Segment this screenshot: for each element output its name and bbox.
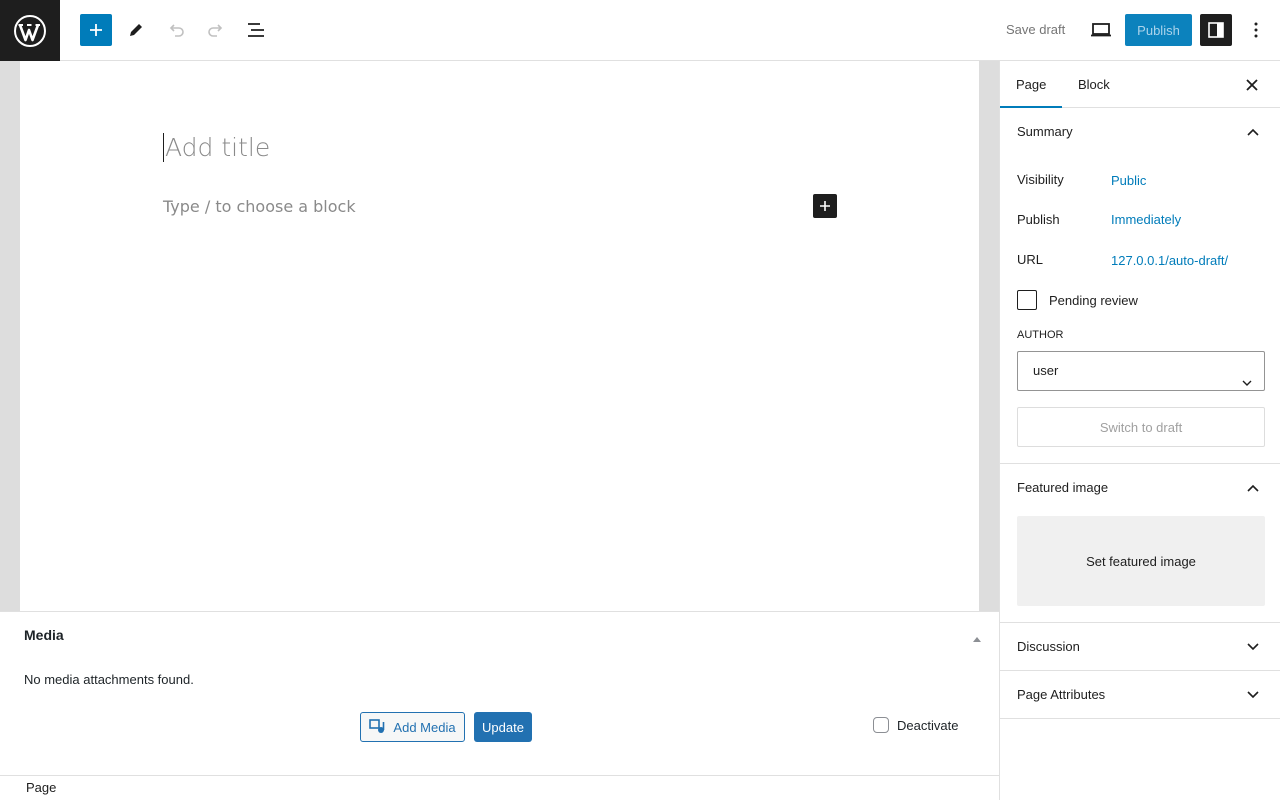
chevron-down-icon	[1241, 635, 1265, 659]
tab-block[interactable]: Block	[1062, 61, 1126, 108]
deactivate-checkbox[interactable]	[873, 717, 889, 733]
discussion-panel-header[interactable]: Discussion	[1000, 623, 1280, 671]
save-draft-button[interactable]: Save draft	[996, 14, 1075, 46]
redo-icon	[208, 24, 223, 37]
editor-header: Save draft Publish	[0, 0, 1280, 61]
editor-canvas-area: Add title Type / to choose a block	[0, 61, 1000, 612]
list-view-icon	[248, 23, 264, 37]
deactivate-label: Deactivate	[897, 717, 959, 733]
sidebar-icon	[1208, 22, 1224, 38]
close-settings-button[interactable]	[1240, 73, 1264, 97]
divider	[1000, 718, 1280, 719]
publish-label: Publish	[1017, 212, 1060, 227]
deactivate-option[interactable]: Deactivate	[873, 717, 958, 733]
pencil-icon	[130, 24, 142, 36]
title-input[interactable]: Add title	[163, 133, 270, 162]
pending-review-checkbox[interactable]	[1017, 290, 1037, 310]
chevron-down-icon	[1242, 364, 1252, 402]
discussion-panel-title: Discussion	[1017, 639, 1080, 654]
preview-button[interactable]	[1085, 14, 1117, 46]
chevron-up-icon	[1241, 120, 1265, 144]
document-overview-button[interactable]	[240, 14, 272, 46]
more-vertical-icon	[1254, 22, 1258, 38]
close-icon	[1246, 79, 1258, 91]
metabox-title: Media	[24, 627, 64, 643]
url-label: URL	[1017, 252, 1044, 267]
options-menu-button[interactable]	[1240, 14, 1272, 46]
block-inserter-toggle[interactable]	[80, 14, 112, 46]
chevron-up-icon	[1241, 476, 1265, 500]
wordpress-icon	[14, 14, 46, 47]
publish-date-button[interactable]: Immediately	[1111, 212, 1181, 227]
block-breadcrumb[interactable]: Page	[26, 780, 56, 795]
pending-review-label: Pending review	[1049, 292, 1138, 308]
summary-panel-header[interactable]: Summary	[1000, 108, 1280, 156]
undo-icon	[169, 24, 184, 37]
undo-button[interactable]	[160, 14, 192, 46]
media-icon	[369, 719, 385, 733]
redo-button[interactable]	[200, 14, 232, 46]
add-media-button[interactable]: Add Media	[360, 712, 465, 742]
featured-image-panel-title: Featured image	[1017, 480, 1109, 495]
editor-footer: Page	[0, 775, 1000, 800]
set-featured-image-button[interactable]: Set featured image	[1017, 516, 1265, 606]
page-attributes-panel-header[interactable]: Page Attributes	[1000, 671, 1280, 719]
publish-button[interactable]: Publish	[1125, 14, 1192, 46]
inline-block-inserter[interactable]	[813, 194, 837, 218]
switch-to-draft-button[interactable]: Switch to draft	[1017, 407, 1265, 447]
plus-icon	[820, 201, 830, 211]
no-media-message: No media attachments found.	[24, 672, 194, 687]
wordpress-logo-button[interactable]	[0, 0, 60, 61]
desktop-icon	[1091, 23, 1111, 37]
plus-icon	[90, 24, 102, 36]
visibility-value-button[interactable]: Public	[1111, 173, 1146, 188]
summary-panel-title: Summary	[1017, 124, 1073, 139]
author-label: AUTHOR	[1017, 329, 1064, 341]
default-block-appender[interactable]: Type / to choose a block	[163, 197, 356, 216]
triangle-up-icon	[973, 637, 981, 642]
featured-image-panel-header[interactable]: Featured image	[1000, 464, 1280, 512]
chevron-down-icon	[1241, 683, 1265, 707]
settings-sidebar: Page Block Summary Visibility Public Pub…	[999, 61, 1280, 800]
url-button[interactable]: 127.0.0.1/auto-draft/	[1111, 253, 1228, 268]
author-selected-value: user	[1033, 363, 1059, 378]
visibility-label: Visibility	[1017, 172, 1064, 187]
update-button[interactable]: Update	[474, 712, 532, 742]
metabox-toggle[interactable]	[972, 630, 982, 648]
editor-canvas: Add title Type / to choose a block	[20, 61, 979, 612]
settings-toggle[interactable]	[1200, 14, 1232, 46]
media-metabox: Media No media attachments found. Add Me…	[0, 611, 1000, 776]
page-attributes-panel-title: Page Attributes	[1017, 687, 1106, 702]
author-select[interactable]: user	[1017, 351, 1265, 391]
add-media-label: Add Media	[393, 719, 456, 735]
tab-page[interactable]: Page	[1000, 61, 1063, 108]
tools-edit-button[interactable]	[120, 14, 152, 46]
pending-review-option[interactable]: Pending review	[1017, 290, 1138, 310]
sidebar-tabs: Page Block	[1000, 61, 1280, 108]
